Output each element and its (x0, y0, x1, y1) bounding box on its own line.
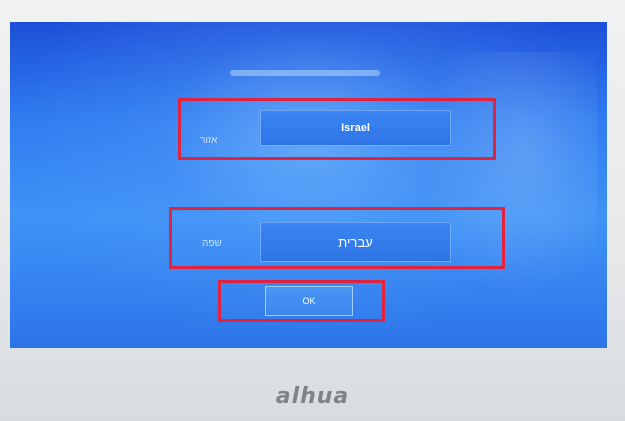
language-highlight-box (169, 207, 505, 269)
dialog-title-bar (230, 70, 380, 76)
region-highlight-box (178, 98, 496, 160)
brand-logo: alhua (275, 384, 350, 409)
device-frame: אזור Israel שפה עברית OK alhua (0, 0, 625, 421)
ok-button[interactable]: OK (265, 286, 353, 316)
